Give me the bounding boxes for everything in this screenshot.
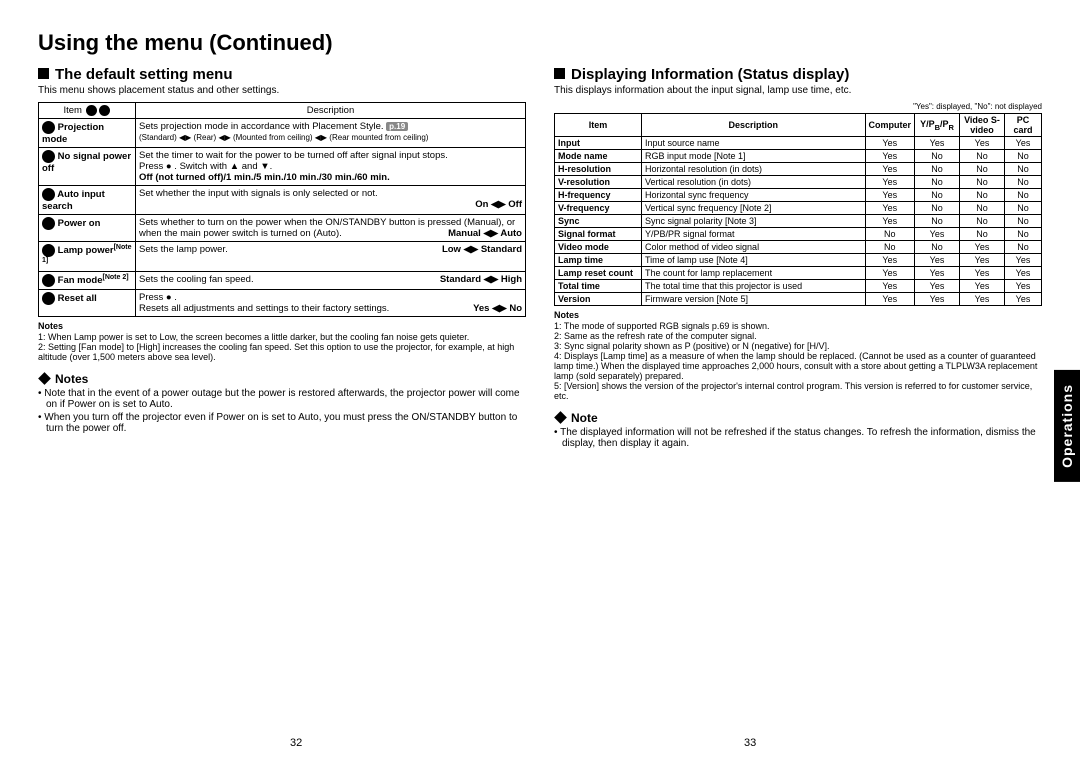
right-column: Displaying Information (Status display) … xyxy=(554,66,1042,451)
table-row: V-resolutionVertical resolution (in dots… xyxy=(555,176,1042,189)
table-row: Video modeColor method of video signalNo… xyxy=(555,241,1042,254)
bullet: • When you turn off the projector even i… xyxy=(46,412,526,434)
left-sub: This menu shows placement status and oth… xyxy=(38,85,526,96)
table-row: Total timeThe total time that this proje… xyxy=(555,280,1042,293)
table-row: Projection modeSets projection mode in a… xyxy=(39,119,526,148)
rnotes-list: 1: The mode of supported RGB signals p.6… xyxy=(554,321,1042,401)
notes2-heading: Notes xyxy=(38,372,526,386)
left-heading: The default setting menu xyxy=(38,66,526,83)
table-row: No signal power offSet the timer to wait… xyxy=(39,148,526,186)
table-row: H-frequencyHorizontal sync frequencyYesN… xyxy=(555,189,1042,202)
table-row: VersionFirmware version [Note 5]YesYesYe… xyxy=(555,293,1042,306)
rnote-heading: Note xyxy=(554,411,1042,425)
rnotes-heading: Notes xyxy=(554,310,1042,320)
table-row: SyncSync signal polarity [Note 3]YesNoNo… xyxy=(555,215,1042,228)
table-row: Power onSets whether to turn on the powe… xyxy=(39,215,526,242)
table-row: Reset allPress ● .Resets all adjustments… xyxy=(39,290,526,317)
bullet: • Note that in the event of a power outa… xyxy=(46,388,526,410)
right-heading: Displaying Information (Status display) xyxy=(554,66,1042,83)
table-row: V-frequencyVertical sync frequency [Note… xyxy=(555,202,1042,215)
table-row: Fan mode[Note 2]Sets the cooling fan spe… xyxy=(39,272,526,290)
status-table: Item Description Computer Y/PB/PR Video … xyxy=(554,113,1042,306)
table-row: InputInput source nameYesYesYesYes xyxy=(555,137,1042,150)
table-row: Lamp timeTime of lamp use [Note 4]YesYes… xyxy=(555,254,1042,267)
page-number-left: 32 xyxy=(290,737,302,749)
legend: "Yes": displayed, "No": not displayed xyxy=(554,102,1042,111)
bullet: • The displayed information will not be … xyxy=(562,427,1042,449)
page-title: Using the menu (Continued) xyxy=(38,30,1042,56)
table-row: Signal formatY/PB/PR signal formatNoYesN… xyxy=(555,228,1042,241)
page: Using the menu (Continued) The default s… xyxy=(0,0,1080,763)
table-row: Lamp power[Note 1]Sets the lamp power.Lo… xyxy=(39,242,526,272)
table-row: Auto input searchSet whether the input w… xyxy=(39,186,526,215)
settings-table: Item Description Projection modeSets pro… xyxy=(38,102,526,317)
table-row: H-resolutionHorizontal resolution (in do… xyxy=(555,163,1042,176)
table-row: Lamp reset countThe count for lamp repla… xyxy=(555,267,1042,280)
table-row: Mode nameRGB input mode [Note 1]YesNoNoN… xyxy=(555,150,1042,163)
left-column: The default setting menu This menu shows… xyxy=(38,66,526,451)
page-number-right: 33 xyxy=(744,737,756,749)
notes-heading: Notes xyxy=(38,321,526,331)
right-sub: This displays information about the inpu… xyxy=(554,85,1042,96)
side-tab: Operations xyxy=(1054,370,1080,482)
notes-list: 1: When Lamp power is set to Low, the sc… xyxy=(38,332,526,362)
